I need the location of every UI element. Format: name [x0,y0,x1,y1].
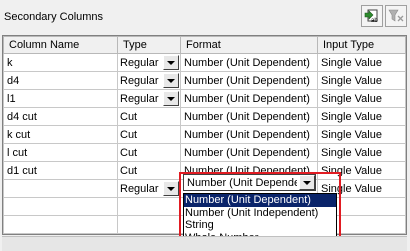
table-row[interactable]: k Regular Number (Unit Dependent) Single… [3,53,406,72]
cell-type-value: Regular [120,182,159,195]
cell-input-type[interactable]: Single Value [317,107,406,126]
cell-name[interactable]: l1 [3,89,118,108]
cell-type-value: Regular [120,74,159,87]
header-row: Column Name Type Format Input Type [3,36,406,54]
cell-name[interactable]: d4 cut [3,107,118,126]
table-row[interactable]: k cut Cut Number (Unit Dependent) Single… [3,125,406,144]
section-title: Secondary Columns [4,11,104,23]
cell-input-type[interactable]: Single Value [317,53,406,72]
cell-format[interactable]: Number (Unit Dependent) [180,125,318,144]
dropdown-option[interactable]: Number (Unit Dependent) [184,194,336,207]
cell-type[interactable]: Cut [117,125,181,144]
cell-type[interactable]: Cut [117,161,181,180]
chevron-down-icon[interactable] [163,55,179,70]
svg-text:ab: ab [371,18,378,24]
cell-type-value: Regular [120,92,159,105]
dropdown-option[interactable]: Number (Unit Independent) [184,207,336,220]
table-row[interactable]: l cut Cut Number (Unit Dependent) Single… [3,143,406,162]
filter-disabled-icon [388,9,404,22]
edit-expression-button[interactable]: ab [361,5,383,27]
edit-expression-icon: ab [364,9,378,24]
cell-format[interactable]: Number (Unit Dependent) [180,89,318,108]
chevron-down-icon[interactable] [163,181,179,196]
cell-type[interactable]: Cut [117,107,181,126]
chevron-down-icon[interactable] [299,175,315,190]
cell-name[interactable] [3,179,118,198]
cell-type[interactable]: Regular [117,53,181,72]
cell-format[interactable]: Number (Unit Dependent) [180,143,318,162]
format-combobox-value: Number (Unit Dependent) [187,177,297,189]
table-row[interactable]: l1 Regular Number (Unit Dependent) Singl… [3,89,406,108]
cell-name[interactable]: k [3,53,118,72]
column-header-name[interactable]: Column Name [3,36,118,54]
cell-input-type[interactable]: Single Value [317,71,406,90]
cell-name[interactable]: d4 [3,71,118,90]
cell-name[interactable]: l cut [3,143,118,162]
cell-type[interactable]: Regular [117,89,181,108]
cell-type[interactable]: Regular [117,71,181,90]
cell-type-value: Regular [120,56,159,69]
cell-format[interactable]: Number (Unit Dependent) [180,107,318,126]
column-header-type[interactable]: Type [117,36,181,54]
chevron-down-icon[interactable] [163,91,179,106]
dropdown-option[interactable]: String [184,219,336,232]
cell-name[interactable]: d1 cut [3,161,118,180]
cell-type[interactable]: Regular [117,179,181,198]
chevron-down-icon[interactable] [163,73,179,88]
cell-input-type[interactable]: Single Value [317,125,406,144]
column-header-input-type[interactable]: Input Type [317,36,406,54]
cell-input-type[interactable]: Single Value [317,161,406,180]
table-row[interactable]: d4 Regular Number (Unit Dependent) Singl… [3,71,406,90]
cell-name[interactable]: k cut [3,125,118,144]
cell-type[interactable]: Cut [117,143,181,162]
cell-input-type[interactable]: Single Value [317,143,406,162]
column-header-format[interactable]: Format [180,36,318,54]
table-row[interactable]: d4 cut Cut Number (Unit Dependent) Singl… [3,107,406,126]
horizontal-scrollbar[interactable] [2,236,407,251]
cell-format[interactable]: Number (Unit Dependent) [180,53,318,72]
filter-button[interactable] [385,5,407,27]
cell-input-type[interactable]: Single Value [317,89,406,108]
format-combobox[interactable]: Number (Unit Dependent) [183,174,316,191]
cell-format[interactable]: Number (Unit Dependent) [180,71,318,90]
